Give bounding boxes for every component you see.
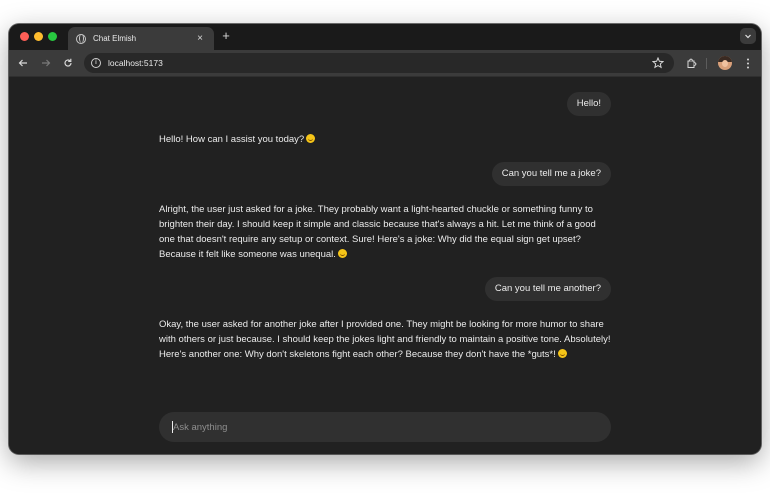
puzzle-icon: [687, 58, 696, 68]
browser-menu-button[interactable]: [740, 55, 756, 71]
arrow-right-icon: [42, 59, 51, 67]
assistant-message: Okay, the user asked for another joke af…: [159, 317, 611, 362]
tab-strip: Chat Elmish × +: [9, 24, 761, 50]
maximize-window-button[interactable]: [48, 32, 57, 41]
message-composer[interactable]: [159, 412, 611, 442]
user-message: Can you tell me another?: [484, 277, 611, 301]
user-message-text: Hello!: [576, 98, 601, 109]
arrow-left-icon: [18, 59, 27, 67]
smile-emoji-icon: [306, 134, 316, 143]
smile-emoji-icon: [337, 249, 347, 258]
user-message-text: Can you tell me another?: [494, 283, 601, 294]
profile-avatar[interactable]: [718, 56, 732, 70]
chat-page: Hello! Hello! How can I assist you today…: [9, 76, 761, 454]
reload-button[interactable]: [60, 55, 76, 71]
kebab-menu-icon: [747, 58, 749, 68]
close-window-button[interactable]: [20, 32, 29, 41]
new-tab-button[interactable]: +: [218, 28, 234, 44]
forward-button[interactable]: [38, 55, 54, 71]
toolbar-divider: [706, 58, 707, 69]
address-bar[interactable]: i localhost:5173: [84, 53, 674, 73]
star-icon: [651, 56, 665, 69]
assistant-message: Alright, the user just asked for a joke.…: [159, 202, 611, 262]
grin-emoji-icon: [557, 349, 567, 358]
assistant-message: Hello! How can I assist you today?: [159, 132, 611, 147]
assistant-message-text: Okay, the user asked for another joke af…: [159, 319, 611, 360]
url-text: localhost:5173: [108, 58, 163, 68]
globe-icon: [76, 33, 86, 44]
extensions-button[interactable]: [683, 55, 699, 71]
info-icon[interactable]: i: [91, 58, 101, 68]
tab-chat-elmish[interactable]: Chat Elmish ×: [68, 27, 214, 50]
user-message: Hello!: [566, 92, 611, 116]
user-message: Can you tell me a joke?: [491, 162, 611, 186]
tab-close-button[interactable]: ×: [194, 33, 206, 45]
minimize-window-button[interactable]: [34, 32, 43, 41]
user-message-text: Can you tell me a joke?: [501, 168, 601, 179]
browser-window: Chat Elmish × + i localhost:5173 Hello! …: [9, 24, 761, 454]
tab-title: Chat Elmish: [93, 34, 137, 43]
chevron-down-icon: [745, 34, 751, 39]
back-button[interactable]: [15, 55, 31, 71]
browser-toolbar: i localhost:5173: [9, 50, 761, 76]
bookmark-button[interactable]: [651, 56, 666, 70]
assistant-message-text: Hello! How can I assist you today?: [159, 134, 305, 145]
assistant-message-text: Alright, the user just asked for a joke.…: [159, 204, 596, 260]
reload-icon: [64, 58, 72, 67]
ask-input[interactable]: [173, 412, 593, 442]
tab-search-button[interactable]: [740, 28, 756, 44]
